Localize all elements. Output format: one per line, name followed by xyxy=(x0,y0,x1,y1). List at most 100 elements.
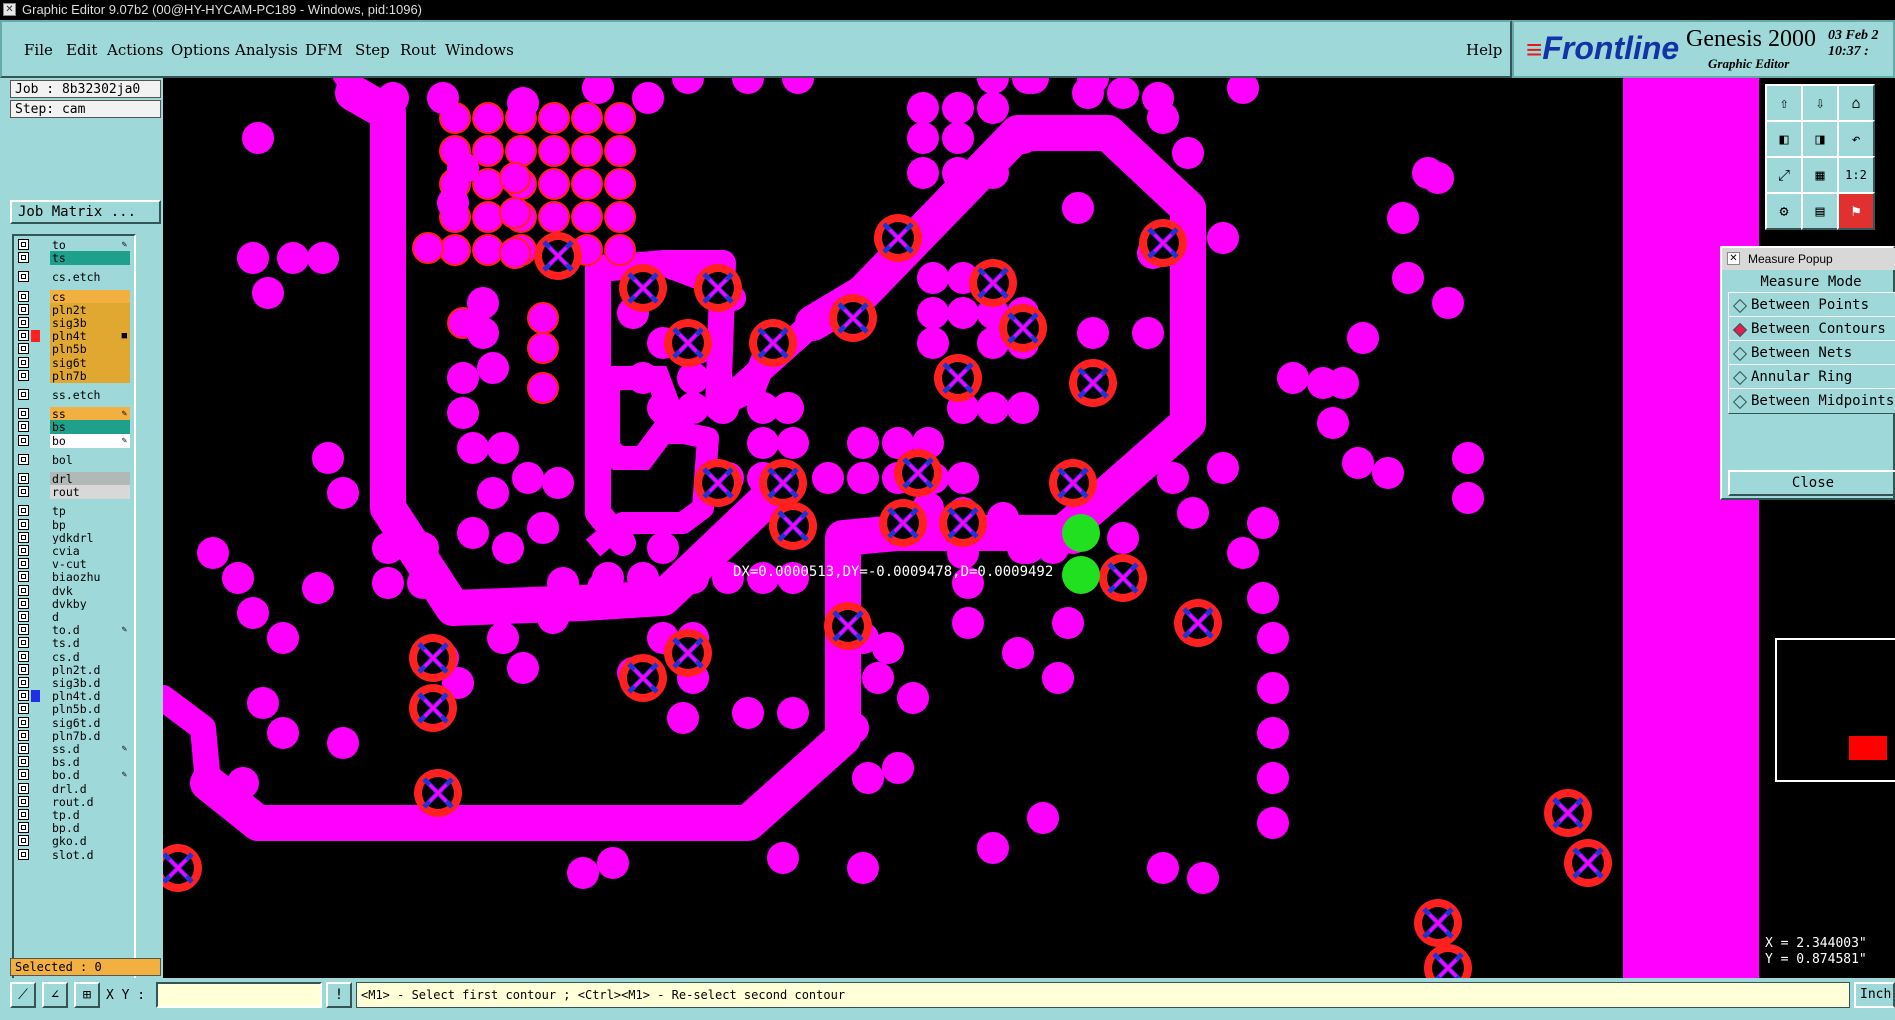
layer-name[interactable]: ts xyxy=(50,251,130,266)
undo-zoom-icon[interactable]: ↶ xyxy=(1837,120,1875,158)
layer-name[interactable]: sig6t xyxy=(50,355,130,370)
layer-checkbox[interactable] xyxy=(18,271,29,283)
layer-name[interactable]: sig3b xyxy=(50,316,130,330)
menu-edit[interactable]: Edit xyxy=(66,41,97,59)
layer-checkbox[interactable] xyxy=(18,769,29,781)
layer-checkbox[interactable] xyxy=(18,795,29,807)
layer-checkbox[interactable] xyxy=(18,729,29,741)
layer-name[interactable]: tp.d xyxy=(50,808,130,822)
layer-checkbox[interactable] xyxy=(18,389,29,400)
layer-name[interactable]: pln5b.d xyxy=(50,702,130,717)
layer-row-sig6t[interactable]: sig6t xyxy=(16,355,132,370)
layer-checkbox[interactable] xyxy=(18,421,29,433)
layer-name[interactable]: cs xyxy=(50,289,130,304)
zoom-1to2-icon[interactable]: 1:2 xyxy=(1837,156,1875,194)
layer-row-bol[interactable]: bol xyxy=(16,452,132,467)
menu-step[interactable]: Step xyxy=(355,41,390,59)
layer-row-rout[interactable]: rout xyxy=(16,485,132,500)
layer-row-sig3b-d[interactable]: sig3b.d xyxy=(16,676,132,690)
layer-checkbox[interactable] xyxy=(18,822,29,834)
job-matrix-button[interactable]: Job Matrix ... xyxy=(10,200,161,224)
layer-checkbox[interactable] xyxy=(18,356,29,368)
layer-name[interactable]: cvia xyxy=(50,544,130,558)
layer-row-pln7b-d[interactable]: pln7b.d xyxy=(16,728,132,743)
layer-name[interactable]: v-cut xyxy=(50,557,130,572)
layer-name[interactable]: pln2t.d xyxy=(50,662,130,677)
layer-checkbox[interactable] xyxy=(18,343,29,355)
display-icon[interactable]: ⚑ xyxy=(1837,192,1875,230)
menu-help[interactable]: Help xyxy=(1466,41,1502,59)
grid-snap-icon[interactable]: ⊞ xyxy=(74,982,100,1008)
layer-checkbox[interactable] xyxy=(18,597,29,609)
layer-name[interactable]: bp xyxy=(50,517,130,532)
layer-name[interactable]: to.d ✎ xyxy=(50,623,130,638)
layer-name[interactable]: cs.d xyxy=(50,649,130,664)
pan-left-icon[interactable]: ◧ xyxy=(1765,120,1803,158)
layer-checkbox[interactable] xyxy=(18,239,29,250)
layer-row-pln4t[interactable]: pln4t ■ xyxy=(16,329,132,344)
layer-checkbox[interactable] xyxy=(18,650,29,662)
layer-checkbox[interactable] xyxy=(18,584,29,596)
layer-name[interactable]: drl.d xyxy=(50,781,130,796)
layer-checkbox[interactable] xyxy=(18,303,29,315)
graphic-canvas[interactable]: DX=0.0000513,DY=-0.0009478,D=0.0009492 xyxy=(163,78,1759,978)
layer-row-sig6t-d[interactable]: sig6t.d xyxy=(16,715,132,730)
layer-name[interactable]: bp.d xyxy=(50,821,130,836)
layer-row-v-cut[interactable]: v-cut xyxy=(16,557,132,572)
popup-titlebar[interactable]: ✕ Measure Popup xyxy=(1722,248,1895,270)
layer-checkbox[interactable] xyxy=(18,486,29,498)
grid-icon[interactable]: ▤ xyxy=(1801,192,1839,230)
layer-row-biaozhu[interactable]: biaozhu xyxy=(16,570,132,585)
layer-row-dvkby[interactable]: dvkby xyxy=(16,596,132,611)
layer-row-ts-d[interactable]: ts.d xyxy=(16,636,132,651)
layer-name[interactable]: ts.d xyxy=(50,636,130,651)
layer-checkbox[interactable] xyxy=(18,408,29,420)
layer-name[interactable]: dvkby xyxy=(50,596,130,611)
measure-option-between-points[interactable]: Between Points xyxy=(1728,292,1895,318)
layer-name[interactable]: biaozhu xyxy=(50,570,130,585)
layer-checkbox[interactable] xyxy=(18,558,29,570)
layer-row-drl-d[interactable]: drl.d xyxy=(16,781,132,796)
layer-name[interactable]: pln7b.d xyxy=(50,728,130,743)
layer-row-bp[interactable]: bp xyxy=(16,517,132,532)
layer-checkbox[interactable] xyxy=(18,505,29,517)
menu-analysis[interactable]: Analysis xyxy=(235,41,298,59)
units-button[interactable]: Inch xyxy=(1854,982,1895,1008)
layer-name[interactable]: ss.d ✎ xyxy=(50,742,130,756)
layer-name[interactable]: sig6t.d xyxy=(50,715,130,730)
layer-checkbox[interactable] xyxy=(18,756,29,768)
layer-checkbox[interactable] xyxy=(18,716,29,728)
layer-checkbox[interactable] xyxy=(18,545,29,556)
layer-checkbox[interactable] xyxy=(18,330,29,342)
layer-name[interactable]: bol xyxy=(50,452,130,467)
layer-name[interactable]: rout xyxy=(50,485,130,500)
layer-checkbox[interactable] xyxy=(18,369,29,381)
layer-name[interactable]: cs.etch xyxy=(50,270,130,285)
layer-name[interactable]: bo.d ✎ xyxy=(50,768,130,783)
layer-checkbox[interactable] xyxy=(18,518,29,530)
layer-checkbox[interactable] xyxy=(18,571,29,583)
layer-checkbox[interactable] xyxy=(18,317,29,328)
layer-checkbox[interactable] xyxy=(18,663,29,675)
layer-checkbox[interactable] xyxy=(18,835,29,847)
layer-name[interactable]: dvk xyxy=(50,583,130,598)
layer-checkbox[interactable] xyxy=(18,703,29,715)
close-button[interactable]: Close xyxy=(1728,470,1895,496)
layer-row-pln5b-d[interactable]: pln5b.d xyxy=(16,702,132,717)
alert-icon[interactable]: ! xyxy=(326,982,352,1008)
layer-row-ts[interactable]: ts xyxy=(16,251,132,266)
layer-row-to[interactable]: to ✎ xyxy=(16,238,132,252)
layer-row-bo-d[interactable]: bo.d ✎ xyxy=(16,768,132,783)
menu-actions[interactable]: Actions xyxy=(107,41,163,59)
layer-row-pln2t-d[interactable]: pln2t.d xyxy=(16,662,132,677)
layer-checkbox[interactable] xyxy=(18,624,29,636)
zoom-page-icon[interactable]: ▦ xyxy=(1801,156,1839,194)
layer-row-d[interactable]: d xyxy=(16,610,132,624)
layer-row-cs-etch[interactable]: cs.etch xyxy=(16,270,132,285)
zoom-fit-icon[interactable]: ⤢ xyxy=(1765,156,1803,194)
layer-row-cs[interactable]: cs xyxy=(16,289,132,304)
layer-name[interactable]: pln7b xyxy=(50,368,130,383)
layer-name[interactable]: ss ✎ xyxy=(50,407,130,422)
layer-row-rout-d[interactable]: rout.d xyxy=(16,794,132,809)
layer-row-to-d[interactable]: to.d ✎ xyxy=(16,623,132,638)
